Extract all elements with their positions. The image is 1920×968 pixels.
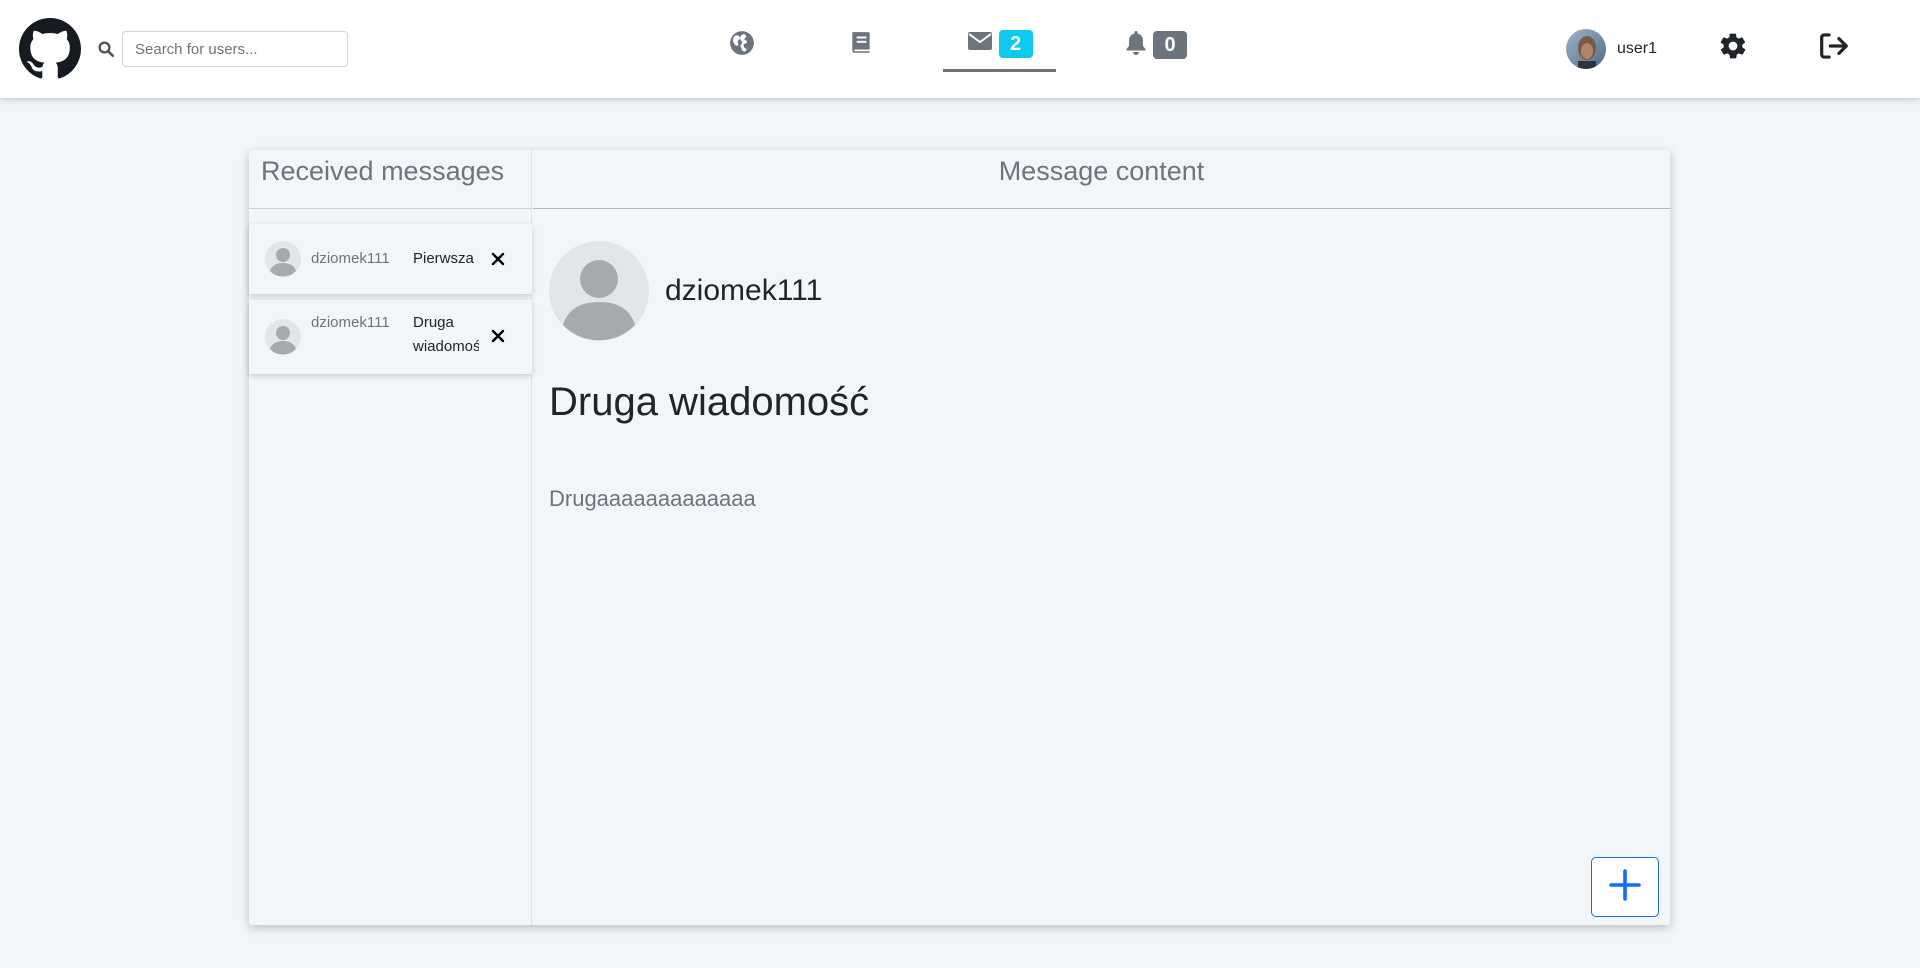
settings-button[interactable] (1718, 31, 1750, 63)
new-message-button[interactable] (1591, 857, 1659, 917)
divider (533, 208, 1670, 209)
notifications-count-badge: 0 (1153, 31, 1187, 59)
message-body: Drugaaaaaaaaaaaaa (549, 486, 756, 511)
message-subject: Pierwsza (413, 250, 474, 267)
user-avatar[interactable] (1566, 29, 1606, 69)
received-messages-column: Received messages dziomek111 Pierwsza dz… (249, 150, 532, 925)
logout-button[interactable] (1818, 31, 1850, 63)
sender-avatar-icon (265, 319, 301, 355)
bell-icon (1125, 30, 1147, 61)
delete-message-close-icon[interactable] (491, 252, 507, 268)
received-messages-title: Received messages (261, 156, 505, 186)
gear-icon (1718, 33, 1748, 65)
message-sender: dziomek111 (311, 314, 390, 331)
envelope-icon (967, 31, 993, 56)
username-label[interactable]: user1 (1617, 40, 1657, 58)
message-sender: dziomek111 (311, 250, 390, 267)
messages-count-badge: 2 (998, 29, 1033, 58)
nav-posts[interactable] (839, 18, 883, 72)
sender-avatar-icon (549, 241, 649, 341)
message-list-item[interactable]: dziomek111 Pierwsza (249, 224, 532, 294)
top-navbar: 2 0 user1 (0, 0, 1920, 98)
search-input[interactable] (122, 31, 348, 67)
globe-icon (729, 30, 755, 61)
messages-panel: Received messages dziomek111 Pierwsza dz… (249, 150, 1670, 925)
sign-out-icon (1818, 33, 1850, 65)
book-icon (849, 30, 873, 61)
message-sender-name: dziomek111 (665, 274, 823, 307)
nav-messages[interactable]: 2 (943, 18, 1056, 72)
message-subject: Druga wiadomość (413, 314, 479, 355)
message-list-item[interactable]: dziomek111 Druga wiadomość (249, 300, 532, 374)
delete-message-close-icon[interactable] (491, 329, 507, 345)
message-subject-heading: Druga wiadomość (549, 380, 870, 424)
message-content-column: Message content dziomek111 Druga wiadomo… (533, 150, 1670, 925)
nav-notifications[interactable]: 0 (1120, 18, 1192, 72)
github-logo-icon[interactable] (19, 18, 81, 80)
message-content-title: Message content (998, 156, 1205, 186)
nav-home[interactable] (720, 18, 764, 72)
plus-icon (1608, 868, 1642, 907)
divider (249, 208, 532, 209)
sender-avatar-icon (265, 241, 301, 277)
search-icon (97, 40, 115, 58)
